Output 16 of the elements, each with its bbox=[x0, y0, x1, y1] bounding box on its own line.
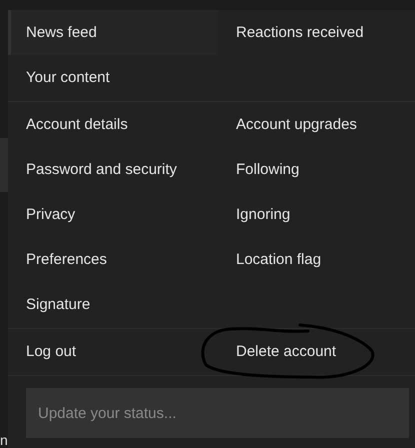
background-text: n bbox=[0, 432, 8, 448]
menu-item[interactable]: Reactions received bbox=[218, 10, 415, 55]
menu-item[interactable]: Password and security bbox=[8, 147, 218, 192]
status-field[interactable]: Update your status... bbox=[26, 388, 409, 438]
menu-item[interactable]: Log out bbox=[8, 329, 218, 374]
menu-item[interactable]: Delete account bbox=[218, 329, 415, 374]
menu-item[interactable]: Ignoring bbox=[218, 192, 415, 237]
menu-item[interactable]: Location flag bbox=[218, 237, 415, 282]
menu-item[interactable]: Your content bbox=[8, 55, 218, 100]
menu-item[interactable]: News feed bbox=[8, 10, 218, 55]
menu-item[interactable]: Account details bbox=[8, 102, 218, 147]
menu-item[interactable]: Following bbox=[218, 147, 415, 192]
menu-item[interactable]: Account upgrades bbox=[218, 102, 415, 147]
menu-item[interactable]: Signature bbox=[8, 282, 218, 327]
menu-item[interactable]: Preferences bbox=[8, 237, 218, 282]
menu-item[interactable]: Privacy bbox=[8, 192, 218, 237]
